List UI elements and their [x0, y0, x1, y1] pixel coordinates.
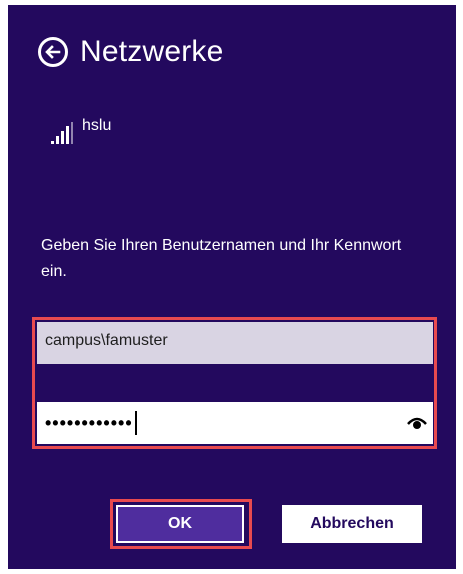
- password-mask: ••••••••••••: [45, 412, 133, 433]
- text-caret: [134, 411, 137, 435]
- header: Netzwerke: [38, 35, 224, 69]
- cancel-button[interactable]: Abbrechen: [282, 505, 422, 543]
- credentials-prompt: Geben Sie Ihren Benutzernamen und Ihr Ke…: [41, 237, 402, 280]
- page-title: Netzwerke: [80, 35, 224, 68]
- username-value: campus\famuster: [45, 332, 168, 349]
- network-flyout-panel: Netzwerke hslu Geben Sie Ihren Benutzern…: [8, 5, 456, 569]
- eye-icon[interactable]: [407, 414, 427, 430]
- ok-button[interactable]: OK: [116, 505, 244, 543]
- network-item: hslu: [50, 117, 111, 145]
- back-arrow-icon[interactable]: [38, 37, 68, 67]
- password-field[interactable]: ••••••••••••: [37, 402, 433, 444]
- username-field[interactable]: campus\famuster: [37, 322, 433, 364]
- network-name: hslu: [82, 117, 112, 134]
- wifi-signal-icon: [51, 122, 73, 144]
